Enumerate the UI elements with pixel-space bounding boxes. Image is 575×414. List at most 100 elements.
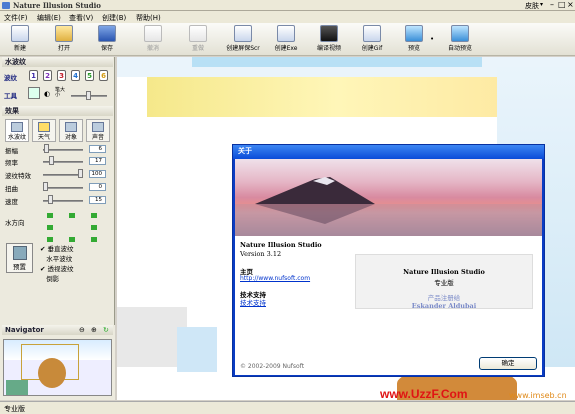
ripple-effect-track[interactable] <box>43 174 83 176</box>
canvas-blue-shape <box>177 327 217 372</box>
checkbox-reflection[interactable]: 倒影 <box>40 273 59 283</box>
preview-button[interactable]: 预览 <box>402 25 426 55</box>
distortion-spinner[interactable]: 0 <box>89 183 106 191</box>
refresh-icon[interactable]: ↻ <box>103 326 109 334</box>
registered-to-name: Eskander Aldubai <box>411 302 477 310</box>
distortion-track[interactable] <box>43 187 83 189</box>
menu-help[interactable]: 帮助(H) <box>136 13 161 23</box>
open-button[interactable]: 打开 <box>51 25 77 55</box>
brush-size-slider[interactable] <box>86 91 91 100</box>
dialog-title: 关于 <box>233 145 544 159</box>
amplitude-track[interactable] <box>43 149 83 151</box>
direction-down-icon[interactable] <box>69 237 75 242</box>
sound-icon <box>92 122 104 132</box>
watermark-imseb: www.imseb.cn <box>509 391 567 400</box>
gif-icon <box>363 25 381 42</box>
canvas-blue-stroke-top <box>192 57 482 67</box>
wave-preset-5[interactable]: 5 <box>85 70 94 81</box>
amplitude-slider[interactable] <box>44 144 49 153</box>
status-bar: 专业版 <box>0 401 575 414</box>
create-video-button[interactable]: 编译视频 <box>313 25 345 55</box>
tab-weather[interactable]: 天气 <box>32 119 56 142</box>
direction-down-left-icon[interactable] <box>47 237 53 242</box>
wave-preset-2[interactable]: 2 <box>43 70 52 81</box>
direction-up-icon[interactable] <box>69 213 75 218</box>
exe-icon <box>277 25 295 42</box>
eraser-tool-icon[interactable]: ◐ <box>44 90 50 98</box>
auto-preview-button[interactable]: 自动预览 <box>443 25 477 55</box>
distortion-slider[interactable] <box>43 182 48 191</box>
wave-label: 波纹 <box>4 74 17 82</box>
new-button[interactable]: 新建 <box>7 25 33 55</box>
skin-dropdown-icon[interactable]: ▾ <box>540 1 543 8</box>
tab-objects[interactable]: 对象 <box>59 119 83 142</box>
param-label-ripple-effect: 波纹特效 <box>5 172 31 180</box>
direction-down-right-icon[interactable] <box>91 237 97 242</box>
tab-sound[interactable]: 声音 <box>86 119 110 142</box>
undo-button[interactable]: 撤消 <box>140 25 166 55</box>
create-gif-button[interactable]: 创建Gif <box>357 25 387 55</box>
param-label-frequency: 频率 <box>5 159 18 167</box>
new-file-icon <box>11 25 29 42</box>
video-icon <box>320 25 338 42</box>
registration-box: Nature Illusion Studio 专业版 产品注册给 Eskande… <box>355 254 533 310</box>
app-title: Nature Illusion Studio <box>13 1 101 10</box>
about-copyright: © 2002-2009 Nufsoft <box>240 363 305 370</box>
skin-menu[interactable]: 皮肤 <box>525 1 539 11</box>
direction-up-left-icon[interactable] <box>47 213 53 218</box>
canvas-yellow-stroke <box>147 77 527 117</box>
wave-preset-3[interactable]: 3 <box>57 70 66 81</box>
tab-water-wave[interactable]: 水波纹 <box>5 119 29 142</box>
direction-up-right-icon[interactable] <box>91 213 97 218</box>
open-folder-icon <box>55 25 73 42</box>
checkbox-horizontal-wave[interactable]: 水平波纹 <box>40 253 72 263</box>
brush-size-label: 笔大小 <box>55 87 66 98</box>
speed-spinner[interactable]: 15 <box>89 196 106 204</box>
redo-button[interactable]: 重做 <box>185 25 211 55</box>
menu-build[interactable]: 创建(B) <box>102 13 126 23</box>
toolbar: 新建 打开 保存 撤消 重做 创建屏保Scr 创建Exe 编译视频 创建Gif … <box>0 23 575 56</box>
about-dialog: 关于 Nature Illusion Studio Version 3.12 主… <box>232 144 545 377</box>
wave-preset-4[interactable]: 4 <box>71 70 80 81</box>
support-link[interactable]: 技术支持 <box>240 297 266 307</box>
homepage-link[interactable]: http://www.nufsoft.com <box>240 275 310 282</box>
maximize-icon[interactable]: □ <box>558 0 566 9</box>
navigator-thumbnail[interactable] <box>3 339 112 396</box>
frequency-spinner[interactable]: 17 <box>89 157 106 165</box>
thumb-ground <box>6 380 28 395</box>
undo-icon <box>144 25 162 42</box>
zoom-in-icon[interactable]: ⊕ <box>91 326 97 334</box>
frequency-slider[interactable] <box>49 156 54 165</box>
ripple-effect-spinner[interactable]: 100 <box>89 170 106 178</box>
create-screensaver-button[interactable]: 创建屏保Scr <box>222 25 264 55</box>
close-icon[interactable]: × <box>567 0 574 9</box>
preset-button[interactable]: 预置 <box>6 243 33 273</box>
direction-right-icon[interactable] <box>91 225 97 230</box>
menu-edit[interactable]: 编辑(E) <box>37 13 61 23</box>
status-edition: 专业版 <box>4 405 25 413</box>
minimize-icon[interactable]: – <box>550 0 554 9</box>
param-label-distortion: 扭曲 <box>5 185 18 193</box>
preset-icon <box>12 246 27 260</box>
brush-tool-icon[interactable] <box>28 87 40 99</box>
checkbox-vertical-wave[interactable]: ✔ 垂直波纹 <box>40 243 74 253</box>
amplitude-spinner[interactable]: 6 <box>89 145 106 153</box>
ripple-effect-slider[interactable] <box>78 169 83 178</box>
direction-left-icon[interactable] <box>47 225 53 230</box>
menu-file[interactable]: 文件(F) <box>4 13 28 23</box>
weather-icon <box>38 122 50 132</box>
redo-icon <box>189 25 207 42</box>
registration-edition: 专业版 <box>434 279 454 287</box>
watermark-uzzf: www.UzzF.Com <box>380 387 468 400</box>
ok-button[interactable]: 确定 <box>479 357 537 370</box>
thumb-monkey <box>38 358 66 388</box>
zoom-out-icon[interactable]: ⊖ <box>79 326 85 334</box>
create-exe-button[interactable]: 创建Exe <box>271 25 301 55</box>
wave-preset-6[interactable]: 6 <box>99 70 108 81</box>
checkbox-perspective-wave[interactable]: ✔ 透视波纹 <box>40 263 74 273</box>
menu-view[interactable]: 查看(V) <box>69 13 93 23</box>
preview-dropdown-icon[interactable]: • <box>430 35 434 43</box>
speed-slider[interactable] <box>48 195 53 204</box>
wave-preset-1[interactable]: 1 <box>29 70 38 81</box>
save-button[interactable]: 保存 <box>94 25 120 55</box>
